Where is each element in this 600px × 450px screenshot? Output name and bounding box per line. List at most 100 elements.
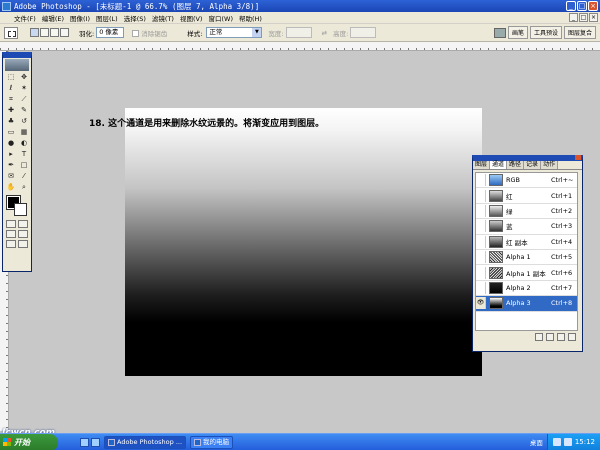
layer-comps-tab[interactable]: 图层复合 <box>563 26 596 39</box>
save-selection-icon[interactable] <box>546 333 554 341</box>
antialias-checkbox[interactable] <box>132 30 140 37</box>
menu-window[interactable]: 窗口(W) <box>208 13 233 23</box>
zoom-tool-icon[interactable]: ⌕ <box>18 182 30 192</box>
menu-filter[interactable]: 滤镜(T) <box>152 13 174 23</box>
visibility-toggle[interactable] <box>476 235 486 248</box>
menu-help[interactable]: 帮助(H) <box>239 13 262 23</box>
palette-close-icon[interactable] <box>575 155 581 160</box>
path-selection-tool-icon[interactable]: ▸ <box>5 149 17 159</box>
intersect-selection-icon[interactable] <box>60 28 69 37</box>
tab-channels[interactable]: 通道 <box>490 161 508 169</box>
hand-tool-icon[interactable]: ✋ <box>5 182 17 192</box>
brushes-tab[interactable]: 画笔 <box>507 26 528 39</box>
blur-tool-icon[interactable]: ● <box>5 138 17 148</box>
crop-tool-icon[interactable]: ⌗ <box>5 94 17 104</box>
trash-icon[interactable] <box>568 333 576 341</box>
ie-icon[interactable] <box>80 437 89 447</box>
marquee-tool-icon[interactable]: ⬚ <box>5 72 17 82</box>
slice-tool-icon[interactable]: ⟋ <box>18 94 30 104</box>
tool-preset-picker[interactable] <box>4 26 18 39</box>
full-screen-menu-mode-icon[interactable] <box>18 230 28 238</box>
visibility-toggle[interactable] <box>476 204 486 217</box>
tab-actions[interactable]: 动作 <box>541 161 559 169</box>
menu-edit[interactable]: 编辑(E) <box>42 13 64 23</box>
taskbar-photoshop[interactable]: Adobe Photoshop ... <box>104 435 187 449</box>
notes-tool-icon[interactable]: ✉ <box>5 171 17 181</box>
visibility-toggle[interactable] <box>476 281 486 294</box>
channel-row-blue[interactable]: 蓝 Ctrl+3 <box>476 219 577 235</box>
channel-row-red-copy[interactable]: 红 副本 Ctrl+4 <box>476 235 577 250</box>
taskbar-my-computer[interactable]: 我的电脑 <box>190 435 234 449</box>
doc-close-button[interactable]: × <box>589 13 598 22</box>
quick-mask-mode-icon[interactable] <box>18 220 28 228</box>
tab-paths[interactable]: 路径 <box>507 161 525 169</box>
visibility-toggle[interactable] <box>476 174 486 187</box>
document-canvas[interactable] <box>125 108 482 376</box>
file-browser-icon[interactable] <box>493 27 506 38</box>
width-input[interactable] <box>285 27 312 38</box>
visibility-toggle[interactable] <box>476 189 486 202</box>
type-tool-icon[interactable]: T <box>18 149 30 159</box>
new-channel-icon[interactable] <box>557 333 565 341</box>
channel-row-alpha-1[interactable]: Alpha 1 Ctrl+5 <box>476 250 577 266</box>
move-tool-icon[interactable]: ✥ <box>18 72 30 82</box>
restore-button[interactable]: □ <box>577 1 587 11</box>
visibility-toggle[interactable] <box>476 251 486 264</box>
visibility-toggle[interactable] <box>476 220 486 233</box>
visibility-toggle[interactable] <box>476 266 486 279</box>
channel-row-green[interactable]: 绿 Ctrl+2 <box>476 204 577 220</box>
brush-tool-icon[interactable]: ✎ <box>18 105 30 115</box>
background-color-swatch[interactable] <box>14 203 27 216</box>
volume-icon[interactable] <box>552 438 561 446</box>
start-button[interactable]: 开始 <box>0 433 58 450</box>
show-desktop-icon[interactable] <box>91 437 100 447</box>
history-brush-tool-icon[interactable]: ↺ <box>18 116 30 126</box>
standard-screen-mode-icon[interactable] <box>6 230 16 238</box>
full-screen-mode-icon[interactable] <box>6 240 16 248</box>
shape-tool-icon[interactable]: □ <box>18 160 30 170</box>
doc-minimize-button[interactable]: _ <box>569 13 578 22</box>
menu-file[interactable]: 文件(F) <box>14 13 36 23</box>
tab-history[interactable]: 记录 <box>524 161 542 169</box>
channel-row-rgb[interactable]: RGB Ctrl+~ <box>476 173 577 189</box>
channel-row-alpha-3[interactable]: 👁 Alpha 3 Ctrl+8 <box>476 296 577 312</box>
dodge-tool-icon[interactable]: ◐ <box>18 138 30 148</box>
feather-input[interactable]: 0 像素 <box>96 27 125 38</box>
load-selection-icon[interactable] <box>535 333 543 341</box>
magic-wand-tool-icon[interactable]: ✶ <box>18 83 30 93</box>
channel-thumbnail <box>489 204 503 217</box>
gradient-tool-icon[interactable]: ▦ <box>18 127 30 137</box>
channel-row-alpha-1-copy[interactable]: Alpha 1 副本 Ctrl+6 <box>476 265 577 281</box>
adobe-logo <box>5 59 29 71</box>
palette-tabs: 图层 通道 路径 记录 动作 <box>473 161 582 170</box>
subtract-selection-icon[interactable] <box>50 28 59 37</box>
close-button[interactable]: × <box>588 1 598 11</box>
desktop-toolbar-label[interactable]: 桌面 <box>530 437 543 447</box>
style-dropdown[interactable]: 正常 ▼ <box>206 27 263 38</box>
new-selection-icon[interactable] <box>30 28 39 37</box>
pen-tool-icon[interactable]: ✒ <box>5 160 17 170</box>
eraser-tool-icon[interactable]: ▭ <box>5 127 17 137</box>
menu-select[interactable]: 选择(S) <box>124 13 146 23</box>
imageready-jump-icon[interactable] <box>18 240 28 248</box>
lasso-tool-icon[interactable]: ℓ <box>5 83 17 93</box>
channel-row-alpha-2[interactable]: Alpha 2 Ctrl+7 <box>476 281 577 297</box>
tool-presets-tab[interactable]: 工具预设 <box>529 26 562 39</box>
tab-layers[interactable]: 图层 <box>473 161 491 169</box>
clone-stamp-tool-icon[interactable]: ♣ <box>5 116 17 126</box>
standard-mode-icon[interactable] <box>6 220 16 228</box>
channel-shortcut: Ctrl+7 <box>551 283 573 292</box>
menu-view[interactable]: 视图(V) <box>180 13 203 23</box>
channel-row-red[interactable]: 红 Ctrl+1 <box>476 188 577 204</box>
network-icon[interactable] <box>563 438 572 446</box>
eyedropper-tool-icon[interactable]: ⁄ <box>18 171 30 181</box>
swap-icon[interactable]: ⇄ <box>322 29 327 37</box>
menu-layer[interactable]: 图层(L) <box>96 13 118 23</box>
menu-image[interactable]: 图像(I) <box>70 13 90 23</box>
add-selection-icon[interactable] <box>40 28 49 37</box>
minimize-button[interactable]: _ <box>566 1 576 11</box>
doc-restore-button[interactable]: □ <box>579 13 588 22</box>
eye-icon[interactable]: 👁 <box>476 297 486 310</box>
healing-brush-tool-icon[interactable]: ✚ <box>5 105 17 115</box>
height-input[interactable] <box>350 27 377 38</box>
